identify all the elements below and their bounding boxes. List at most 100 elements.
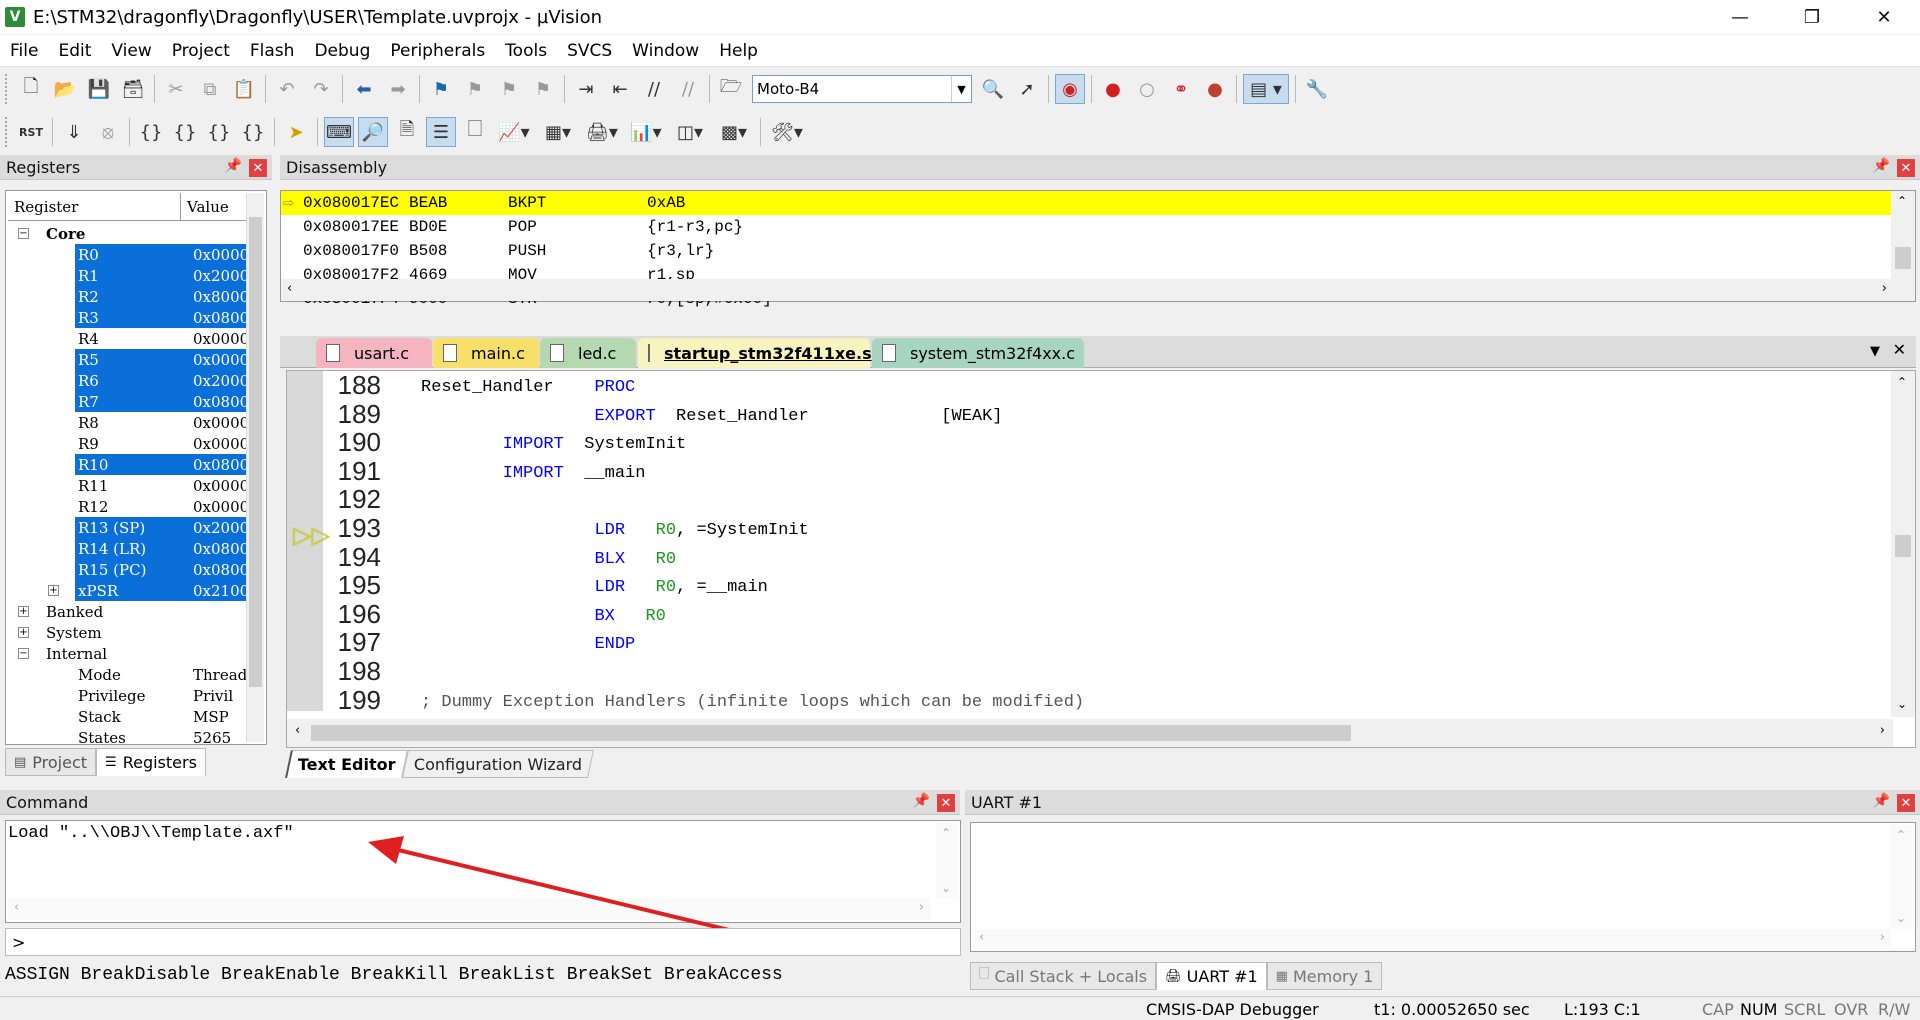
kill-all-breakpoints-icon[interactable]: ● bbox=[1200, 74, 1230, 104]
analysis-windows-icon[interactable]: 📊▾ bbox=[626, 117, 666, 147]
disassembly-view[interactable]: ⇨ 0x080017EC BEAB BKPT 0xAB 0x080017EE BD0E POP… bbox=[280, 190, 1916, 308]
save-icon[interactable]: 💾 bbox=[84, 74, 114, 104]
command-input[interactable]: > bbox=[5, 928, 961, 956]
pin-icon[interactable]: 📌 bbox=[225, 158, 242, 174]
menu-svcs[interactable]: SVCS bbox=[557, 41, 622, 61]
tab-call-stack-locals[interactable]: 🗌 Call Stack + Locals bbox=[970, 962, 1157, 990]
restore-button[interactable]: ❐ bbox=[1776, 0, 1848, 34]
find-in-files-icon[interactable]: 🗁 bbox=[716, 74, 746, 104]
register-row[interactable]: R11 0x0000 bbox=[8, 475, 249, 496]
disassembly-scrollbar[interactable]: ⌃ bbox=[1891, 191, 1915, 301]
register-row[interactable]: R13 (SP) 0x2000 bbox=[8, 517, 249, 538]
new-file-icon[interactable]: 🗋 bbox=[16, 74, 46, 104]
menu-debug[interactable]: Debug bbox=[304, 41, 380, 61]
step-out-icon[interactable]: {} bbox=[204, 117, 234, 147]
register-row[interactable]: R5 0x0000 bbox=[8, 349, 249, 370]
tab-memory-1[interactable]: ▦ Memory 1 bbox=[1266, 962, 1383, 990]
code-line[interactable]: 194 BLX R0 bbox=[287, 542, 1877, 573]
menu-file[interactable]: File bbox=[0, 41, 48, 61]
serial-windows-icon[interactable]: 🖨▾ bbox=[582, 117, 622, 147]
navigate-forward-icon[interactable]: ➡ bbox=[383, 74, 413, 104]
step-into-icon[interactable]: {} bbox=[136, 117, 166, 147]
enable-breakpoint-icon[interactable]: ○ bbox=[1132, 74, 1162, 104]
window-layout-icon[interactable]: ▤ ▾ bbox=[1243, 74, 1289, 104]
code-line[interactable]: 193 LDR R0, =SystemInit bbox=[287, 513, 1877, 544]
pin-icon[interactable]: 📌 bbox=[1873, 158, 1890, 174]
redo-icon[interactable]: ↷ bbox=[306, 74, 336, 104]
column-value[interactable]: Value bbox=[181, 193, 248, 220]
close-icon[interactable]: ✕ bbox=[1893, 340, 1906, 359]
insert-breakpoint-icon[interactable]: ● bbox=[1098, 74, 1128, 104]
column-register[interactable]: Register bbox=[8, 193, 181, 220]
bookmark-insert-icon[interactable]: ⚑ bbox=[426, 74, 456, 104]
register-row[interactable]: States 5265 bbox=[8, 727, 248, 748]
unindent-icon[interactable]: ⇤ bbox=[605, 74, 635, 104]
register-row[interactable]: + xPSR 0x2100 bbox=[8, 580, 249, 601]
register-group-internal[interactable]: − Internal bbox=[8, 643, 248, 664]
register-group-core[interactable]: − Core bbox=[8, 223, 248, 244]
find-icon[interactable]: 🔍 bbox=[978, 74, 1008, 104]
uart-output[interactable]: ⌃ ⌄ ‹ › bbox=[970, 822, 1916, 952]
run-to-cursor-icon[interactable]: {} bbox=[238, 117, 268, 147]
symbols-window-icon[interactable]: 🗎 bbox=[392, 117, 422, 147]
call-stack-window-icon[interactable]: 🗌 bbox=[460, 117, 490, 147]
register-row[interactable]: Mode Thread bbox=[8, 664, 248, 685]
bookmark-next-icon[interactable]: ⚑ bbox=[494, 74, 524, 104]
code-line[interactable]: 188 Reset_Handler PROC bbox=[287, 370, 1877, 401]
command-window-icon[interactable]: ⌨ bbox=[324, 117, 354, 147]
code-line[interactable]: 190 IMPORT SystemInit bbox=[287, 427, 1877, 458]
undo-icon[interactable]: ↶ bbox=[272, 74, 302, 104]
step-over-icon[interactable]: {} bbox=[170, 117, 200, 147]
toolbox-icon[interactable]: 🛠▾ bbox=[767, 117, 807, 147]
menu-project[interactable]: Project bbox=[162, 41, 240, 61]
tab-usart-c[interactable]: usart.c bbox=[316, 338, 432, 368]
register-row[interactable]: R12 0x0000 bbox=[8, 496, 249, 517]
menu-flash[interactable]: Flash bbox=[240, 41, 305, 61]
close-icon[interactable]: ✕ bbox=[1897, 159, 1915, 177]
menu-help[interactable]: Help bbox=[709, 41, 768, 61]
register-row[interactable]: R8 0x0000 bbox=[8, 412, 249, 433]
uart-horizontal-scrollbar[interactable]: ‹ › bbox=[973, 929, 1891, 949]
tab-list-dropdown-icon[interactable]: ▼ bbox=[1870, 344, 1880, 359]
bookmark-clear-icon[interactable]: ⚑ bbox=[528, 74, 558, 104]
close-icon[interactable]: ✕ bbox=[937, 794, 955, 812]
paste-icon[interactable]: 📋 bbox=[229, 74, 259, 104]
watch-windows-icon[interactable]: 📈▾ bbox=[494, 117, 534, 147]
toolbar-grip[interactable] bbox=[5, 74, 9, 104]
command-vertical-scrollbar[interactable]: ⌃ ⌄ bbox=[936, 823, 958, 899]
tab-system-c[interactable]: system_stm32f4xx.c bbox=[872, 338, 1084, 368]
register-row[interactable]: R9 0x0000 bbox=[8, 433, 249, 454]
register-row[interactable]: R1 0x2000 bbox=[8, 265, 249, 286]
code-line[interactable]: 189 EXPORT Reset_Handler [WEAK] bbox=[287, 399, 1877, 430]
tab-led-c[interactable]: led.c bbox=[540, 338, 636, 368]
close-icon[interactable]: ✕ bbox=[1897, 794, 1915, 812]
tab-main-c[interactable]: main.c bbox=[433, 338, 539, 368]
stop-icon[interactable]: ⦻ bbox=[93, 117, 123, 147]
register-group-banked[interactable]: + Banked bbox=[8, 601, 248, 622]
registers-scrollbar[interactable] bbox=[246, 193, 264, 742]
register-row[interactable]: R7 0x0800 bbox=[8, 391, 249, 412]
code-line[interactable]: 195 LDR R0, =__main bbox=[287, 570, 1877, 601]
menu-window[interactable]: Window bbox=[622, 41, 709, 61]
uart-vertical-scrollbar[interactable]: ⌃ ⌄ bbox=[1891, 825, 1913, 929]
bookmark-prev-icon[interactable]: ⚑ bbox=[460, 74, 490, 104]
register-row[interactable]: R3 0x0800 bbox=[8, 307, 249, 328]
menu-edit[interactable]: Edit bbox=[48, 41, 101, 61]
copy-icon[interactable]: ⧉ bbox=[195, 74, 225, 104]
disassembly-row[interactable]: 0x080017F0 B508 PUSH {r3,lr} bbox=[281, 239, 1893, 263]
code-line[interactable]: 197 ENDP bbox=[287, 627, 1877, 658]
menu-peripherals[interactable]: Peripherals bbox=[380, 41, 495, 61]
editor-horizontal-scrollbar[interactable]: ‹ › bbox=[287, 719, 1893, 747]
target-select[interactable]: Moto-B4 ▼ bbox=[752, 75, 972, 103]
register-row[interactable]: Stack MSP bbox=[8, 706, 248, 727]
tab-registers[interactable]: ☰ Registers bbox=[96, 748, 206, 776]
pin-icon[interactable]: 📌 bbox=[1873, 793, 1890, 809]
comment-icon[interactable]: // bbox=[639, 74, 669, 104]
disassembly-row[interactable]: 0x080017EE BD0E POP {r1-r3,pc} bbox=[281, 215, 1893, 239]
code-line[interactable]: 198 bbox=[287, 656, 1877, 687]
disassembly-row[interactable]: ⇨ 0x080017EC BEAB BKPT 0xAB bbox=[281, 191, 1893, 215]
incremental-find-icon[interactable]: ➚ bbox=[1012, 74, 1042, 104]
tab-startup-s[interactable]: startup_stm32f411xe.s bbox=[638, 338, 872, 368]
minimize-button[interactable]: — bbox=[1704, 0, 1776, 34]
indent-icon[interactable]: ⇥ bbox=[571, 74, 601, 104]
